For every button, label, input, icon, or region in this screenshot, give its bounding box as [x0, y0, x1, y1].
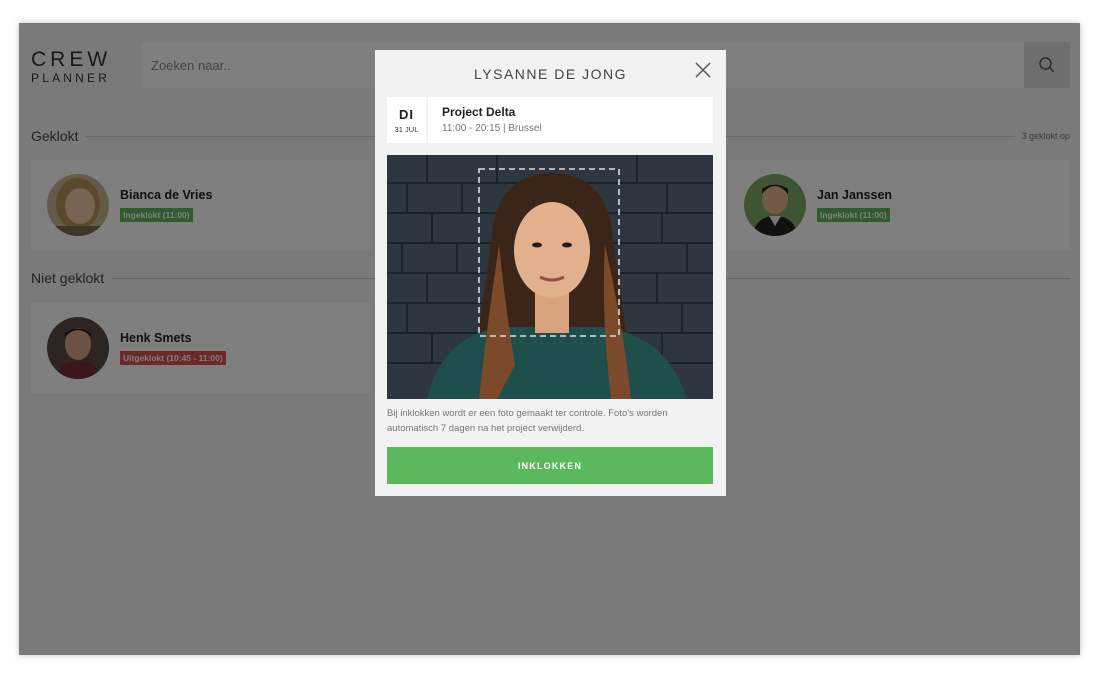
- event-day: DI: [399, 107, 414, 122]
- app-frame: CREW PLANNER Geklokt 3 geklokt op Bianca…: [19, 23, 1080, 655]
- event-time-location: 11:00 - 20:15 | Brussel: [442, 123, 542, 134]
- clock-in-modal: LYSANNE DE JONG DI 31 JUL Project Delta …: [375, 50, 726, 496]
- clock-in-button[interactable]: INKLOKKEN: [387, 447, 713, 484]
- close-icon: [695, 62, 711, 78]
- camera-preview: [387, 155, 713, 399]
- camera-feed: [387, 155, 713, 399]
- event-date-text: 31 JUL: [394, 125, 419, 134]
- event-date: DI 31 JUL: [387, 97, 428, 143]
- photo-notice: Bij inklokken wordt er een foto gemaakt …: [387, 408, 668, 434]
- modal-title: LYSANNE DE JONG: [474, 66, 627, 82]
- event-card: DI 31 JUL Project Delta 11:00 - 20:15 | …: [387, 97, 713, 143]
- event-title: Project Delta: [442, 105, 516, 119]
- close-button[interactable]: [693, 60, 713, 80]
